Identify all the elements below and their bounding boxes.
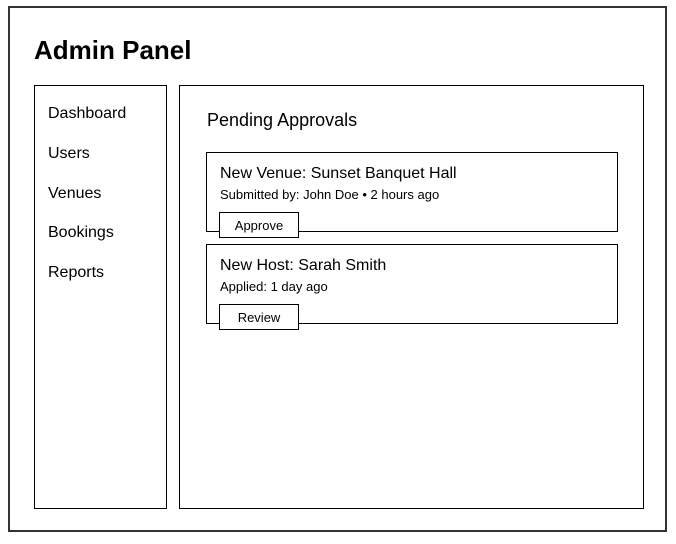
card-title: New Venue: Sunset Banquet Hall: [220, 165, 457, 182]
review-button[interactable]: Review: [219, 304, 299, 330]
sidebar-item-reports[interactable]: Reports: [48, 263, 104, 283]
sidebar-item-dashboard[interactable]: Dashboard: [48, 104, 126, 124]
main-panel: Pending Approvals New Venue: Sunset Banq…: [179, 85, 644, 509]
approve-button[interactable]: Approve: [219, 212, 299, 238]
sidebar-item-venues[interactable]: Venues: [48, 184, 101, 204]
sidebar-item-users[interactable]: Users: [48, 144, 90, 164]
card-meta: Applied: 1 day ago: [220, 279, 328, 294]
app-title: Admin Panel: [34, 35, 192, 65]
approval-card-venue: New Venue: Sunset Banquet Hall Submitted…: [206, 152, 618, 238]
section-title: Pending Approvals: [207, 110, 358, 130]
card-title: New Host: Sarah Smith: [220, 257, 387, 274]
sidebar-item-bookings[interactable]: Bookings: [48, 223, 114, 243]
sidebar: Dashboard Users Venues Bookings Reports: [34, 85, 167, 509]
approval-card-host: New Host: Sarah Smith Applied: 1 day ago…: [206, 244, 618, 330]
card-meta: Submitted by: John Doe • 2 hours ago: [220, 187, 440, 202]
